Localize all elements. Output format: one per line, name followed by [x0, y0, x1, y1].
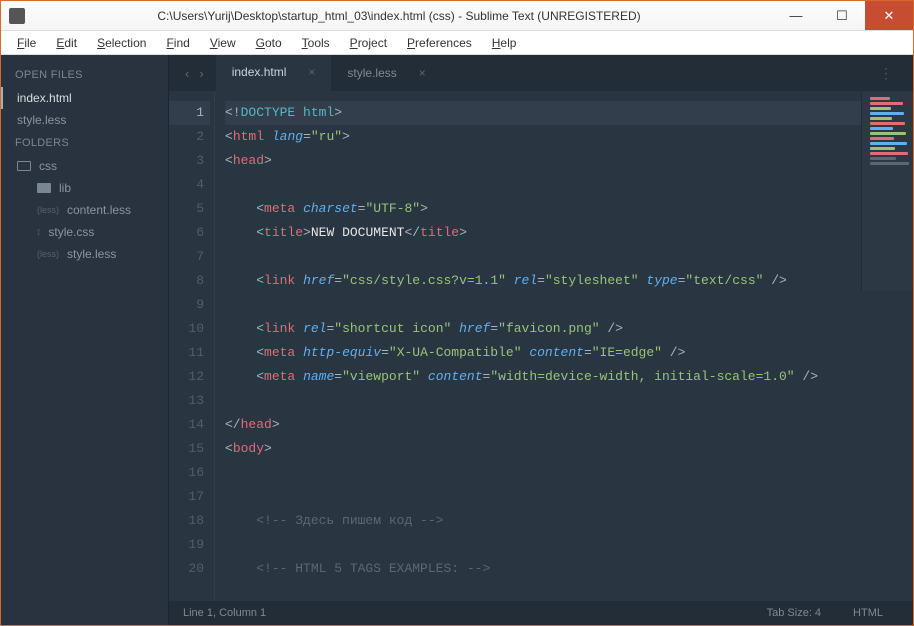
code-line[interactable]: <link rel="shortcut icon" href="favicon.… [225, 317, 913, 341]
editor-area: ‹ › index.html × style.less × ⋮ 12345678910… [169, 55, 913, 625]
menu-edit[interactable]: Edit [48, 34, 85, 52]
code-line[interactable] [225, 293, 913, 317]
menu-goto[interactable]: Goto [248, 34, 290, 52]
code-line[interactable]: <!-- Здесь пишем код --> [225, 509, 913, 533]
app-icon [9, 8, 25, 24]
code-line[interactable]: <head> [225, 149, 913, 173]
tab-label: style.less [347, 66, 396, 80]
file-item[interactable]: (less)content.less [1, 199, 168, 221]
nav-back-icon[interactable]: ‹ [185, 66, 189, 81]
code-area[interactable]: 1234567891011121314151617181920 <!DOCTYP… [169, 91, 913, 601]
window-controls: — ☐ ✕ [773, 1, 913, 30]
folder-item[interactable]: lib [1, 177, 168, 199]
close-button[interactable]: ✕ [865, 1, 913, 30]
file-item[interactable]: ⟟style.css [1, 221, 168, 243]
minimap[interactable] [861, 91, 913, 291]
code-line[interactable] [225, 461, 913, 485]
code-line[interactable]: <!-- HTML 5 TAGS EXAMPLES: --> [225, 557, 913, 581]
folder-icon [37, 183, 51, 193]
maximize-button[interactable]: ☐ [819, 1, 865, 30]
code-line[interactable] [225, 485, 913, 509]
file-item[interactable]: (less)style.less [1, 243, 168, 265]
code-line[interactable]: <meta http-equiv="X-UA-Compatible" conte… [225, 341, 913, 365]
menu-tools[interactable]: Tools [294, 34, 338, 52]
menu-file[interactable]: File [9, 34, 44, 52]
workspace: OPEN FILES index.htmlstyle.less FOLDERS … [1, 55, 913, 625]
tab-close-icon[interactable]: × [308, 65, 315, 79]
gutter: 1234567891011121314151617181920 [169, 91, 215, 601]
code-line[interactable]: <meta name="viewport" content="width=dev… [225, 365, 913, 389]
sidebar: OPEN FILES index.htmlstyle.less FOLDERS … [1, 55, 169, 625]
code-line[interactable] [225, 533, 913, 557]
tabbar: ‹ › index.html × style.less × ⋮ [169, 55, 913, 91]
file-badge: (less) [37, 205, 59, 215]
menu-project[interactable]: Project [342, 34, 395, 52]
window-title: C:\Users\Yurij\Desktop\startup_html_03\i… [25, 9, 773, 23]
file-badge: (less) [37, 249, 59, 259]
tab[interactable]: index.html × [216, 55, 332, 91]
code-line[interactable]: <html lang="ru"> [225, 125, 913, 149]
tab-nav: ‹ › [173, 66, 216, 81]
minimize-button[interactable]: — [773, 1, 819, 30]
menubar: FileEditSelectionFind ViewGotoToolsProjec… [1, 31, 913, 55]
open-file-item[interactable]: index.html [1, 87, 168, 109]
code-line[interactable] [225, 173, 913, 197]
status-tabsize[interactable]: Tab Size: 4 [751, 607, 837, 619]
code-content[interactable]: <!DOCTYPE html><html lang="ru"><head> <m… [215, 91, 913, 601]
menu-help[interactable]: Help [484, 34, 525, 52]
menu-preferences[interactable]: Preferences [399, 34, 480, 52]
tab[interactable]: style.less × [331, 55, 441, 91]
folders-header: FOLDERS [1, 131, 168, 155]
code-line[interactable]: <meta charset="UTF-8"> [225, 197, 913, 221]
code-line[interactable]: <!DOCTYPE html> [225, 101, 913, 125]
nav-forward-icon[interactable]: › [199, 66, 203, 81]
code-line[interactable]: <body> [225, 437, 913, 461]
menu-find[interactable]: Find [158, 34, 197, 52]
status-position: Line 1, Column 1 [183, 607, 266, 619]
menu-selection[interactable]: Selection [89, 34, 154, 52]
folder-root[interactable]: css [1, 155, 168, 177]
open-files-header: OPEN FILES [1, 63, 168, 87]
code-line[interactable]: </head> [225, 413, 913, 437]
code-line[interactable]: <title>NEW DOCUMENT</title> [225, 221, 913, 245]
folder-icon [17, 161, 31, 171]
tab-label: index.html [232, 65, 287, 79]
code-line[interactable] [225, 245, 913, 269]
status-syntax[interactable]: HTML [837, 607, 899, 619]
menu-view[interactable]: View [202, 34, 244, 52]
titlebar[interactable]: C:\Users\Yurij\Desktop\startup_html_03\i… [1, 1, 913, 31]
tab-menu-icon[interactable]: ⋮ [865, 65, 909, 82]
file-badge: ⟟ [37, 227, 40, 238]
tab-close-icon[interactable]: × [419, 66, 426, 80]
statusbar: Line 1, Column 1 Tab Size: 4 HTML [169, 601, 913, 625]
folder-root-label: css [39, 159, 57, 173]
app-window: C:\Users\Yurij\Desktop\startup_html_03\i… [0, 0, 914, 626]
code-line[interactable] [225, 389, 913, 413]
code-line[interactable]: <link href="css/style.css?v=1.1" rel="st… [225, 269, 913, 293]
open-file-item[interactable]: style.less [1, 109, 168, 131]
